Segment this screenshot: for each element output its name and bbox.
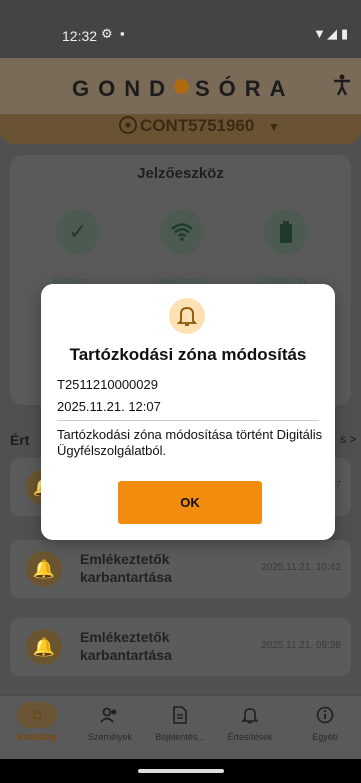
status-bar: 12:32 ⚙ ▪ ▼ ◢ ▮ <box>0 0 361 58</box>
app-header: GOND SÓRA <box>0 58 361 114</box>
accessibility-icon[interactable] <box>333 74 351 102</box>
zone-change-dialog: Tartózkodási zóna módosítás T25112100000… <box>41 284 335 540</box>
notification-date: 2025.11.21. 10:42 <box>261 562 341 573</box>
logo-text-left: GOND <box>72 76 174 101</box>
nav-home-label: Kezdőlap <box>16 732 57 742</box>
notification-item[interactable]: 🔔 Emlékeztetők karbantartása 2025.11.21.… <box>10 618 351 676</box>
dialog-reference-id: T2511210000029 <box>57 377 158 392</box>
dialog-date: 2025.11.21. 12:07 <box>57 399 161 414</box>
logo-dot <box>174 79 189 94</box>
notification-item[interactable]: 🔔 Emlékeztetők karbantartása 2025.11.21.… <box>10 540 351 598</box>
device-id: CONT5751960 <box>140 116 255 135</box>
wifi-signal-icon[interactable] <box>160 210 204 254</box>
device-selector[interactable]: CONT5751960 ▼ <box>0 114 361 144</box>
notification-title: Emlékeztetők karbantartása <box>80 629 172 663</box>
status-time: 12:32 <box>62 28 98 44</box>
dialog-message: Tartózkodási zóna módosítása történt Dig… <box>57 427 323 458</box>
wifi-status-icon: ▼ <box>313 26 326 41</box>
nav-home[interactable]: ⌂ Kezdőlap <box>2 702 72 742</box>
nav-other[interactable]: Egyéb <box>290 702 360 742</box>
see-all-link[interactable]: s > <box>340 432 356 446</box>
chevron-down-icon: ▼ <box>268 120 280 134</box>
settings-status-icon: ⚙ <box>101 26 113 41</box>
info-icon <box>305 702 345 728</box>
nav-people[interactable]: Személyek <box>75 702 145 742</box>
notifications-section-title: Ért <box>10 432 30 448</box>
bell-icon: 🔔 <box>26 551 62 587</box>
nav-other-label: Egyéb <box>312 732 338 742</box>
nav-people-label: Személyek <box>87 732 132 742</box>
nav-notifications[interactable]: Értesítések <box>215 702 285 742</box>
dialog-title: Tartózkodási zóna módosítás <box>69 345 307 364</box>
bell-icon <box>169 298 205 334</box>
status-check-icon[interactable]: ✓ <box>56 210 100 254</box>
nav-reports-label: Bejelentés... <box>155 732 205 742</box>
logo-text-right: SÓRA <box>195 76 295 101</box>
home-icon: ⌂ <box>17 702 57 728</box>
device-icon <box>117 114 139 141</box>
gesture-bar <box>0 759 361 783</box>
bell-icon: 🔔 <box>26 629 62 665</box>
battery-status-icon: ▮ <box>341 26 349 41</box>
storage-status-icon: ▪ <box>120 26 125 41</box>
document-icon <box>160 702 200 728</box>
signal-status-icon: ◢ <box>327 26 337 41</box>
ok-button[interactable]: OK <box>118 481 262 524</box>
battery-icon[interactable] <box>264 210 308 254</box>
people-icon <box>90 702 130 728</box>
bottom-navigation: ⌂ Kezdőlap Személyek Bejelentés... Értes… <box>0 695 361 759</box>
notification-date: 2025.11.21. 09:38 <box>261 640 341 651</box>
nav-notifications-label: Értesítések <box>227 732 273 742</box>
nav-reports[interactable]: Bejelentés... <box>145 702 215 742</box>
dialog-divider <box>57 420 319 421</box>
indicator-card-title: Jelzőeszköz <box>137 165 224 182</box>
bell-icon <box>230 702 270 728</box>
notification-title: Emlékeztetők karbantartása <box>80 551 172 585</box>
home-indicator[interactable] <box>138 769 224 773</box>
app-logo: GOND SÓRA <box>72 76 295 102</box>
